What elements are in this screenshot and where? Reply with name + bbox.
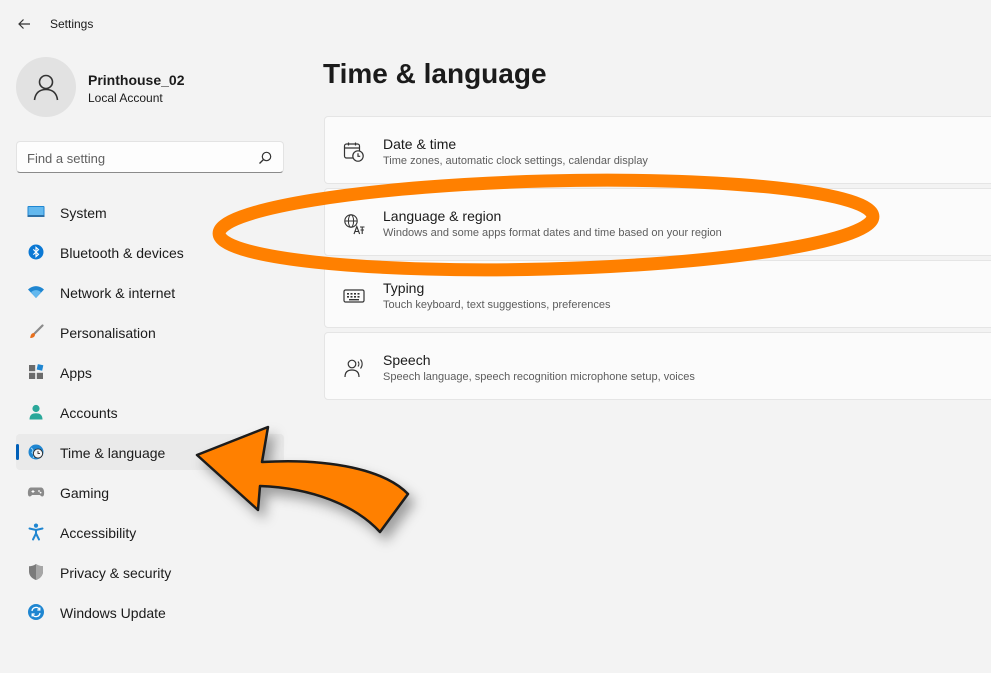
sidebar-item-accessibility[interactable]: Accessibility [16,514,284,550]
search-input[interactable] [27,148,247,168]
card-title: Date & time [383,136,457,152]
sidebar-item-label: Time & language [60,445,166,461]
sidebar-item-label: Accounts [60,405,118,421]
brush-icon [27,324,45,340]
settings-cards: Date & time Time zones, automatic clock … [324,116,991,404]
sidebar-item-personalisation[interactable]: Personalisation [16,314,284,350]
bluetooth-icon [27,244,45,260]
sidebar-nav: System Bluetooth & devices Network & int… [16,194,284,634]
language-globe-icon [343,213,365,235]
card-date-time[interactable]: Date & time Time zones, automatic clock … [324,116,991,184]
sidebar-item-label: Windows Update [60,605,166,621]
sidebar-item-label: Accessibility [60,525,137,541]
sidebar-item-label: System [60,205,107,221]
card-typing[interactable]: Typing Touch keyboard, text suggestions,… [324,260,991,328]
user-icon [33,74,59,101]
back-arrow-icon [18,19,30,29]
calendar-clock-icon [343,141,365,163]
card-subtitle: Time zones, automatic clock settings, ca… [383,155,648,167]
speech-icon [343,357,365,379]
clock-globe-icon [27,444,45,460]
card-subtitle: Touch keyboard, text suggestions, prefer… [383,299,611,311]
sidebar-item-gaming[interactable]: Gaming [16,474,284,510]
sidebar-item-time-language[interactable]: Time & language [16,434,284,470]
card-title: Typing [383,280,425,296]
shield-icon [27,564,45,580]
search-icon[interactable] [257,150,273,166]
sidebar-item-system[interactable]: System [16,194,284,230]
sidebar-item-label: Apps [60,365,92,381]
sidebar-item-apps[interactable]: Apps [16,354,284,390]
sidebar-item-bluetooth[interactable]: Bluetooth & devices [16,234,284,270]
avatar [16,57,76,117]
card-subtitle: Windows and some apps format dates and t… [383,227,722,239]
sidebar-item-privacy[interactable]: Privacy & security [16,554,284,590]
sidebar-item-label: Privacy & security [60,565,172,581]
sidebar-item-label: Bluetooth & devices [60,245,184,261]
person-icon [27,404,45,420]
wifi-icon [27,284,45,300]
monitor-icon [27,204,45,220]
keyboard-icon [343,285,365,307]
sidebar-item-label: Gaming [60,485,110,501]
sidebar-item-label: Network & internet [60,285,176,301]
window-title: Settings [50,17,94,31]
title-bar: Settings [0,0,991,48]
card-subtitle: Speech language, speech recognition micr… [383,371,695,383]
apps-icon [27,364,45,380]
search-box [16,141,284,173]
sidebar-item-windows-update[interactable]: Windows Update [16,594,284,630]
profile-name: Printhouse_02 [88,72,185,88]
sync-icon [27,604,45,620]
card-title: Speech [383,352,431,368]
settings-window: Settings Printhouse_02 Local Account Sys… [0,0,991,673]
card-language-region[interactable]: Language & region Windows and some apps … [324,188,991,256]
active-indicator [16,444,19,460]
gamepad-icon [27,484,45,500]
sidebar-item-network[interactable]: Network & internet [16,274,284,310]
sidebar-item-accounts[interactable]: Accounts [16,394,284,430]
user-profile[interactable]: Printhouse_02 Local Account [16,57,286,117]
back-button[interactable] [10,10,38,38]
page-title: Time & language [323,58,547,89]
profile-account-type: Local Account [88,91,163,105]
card-speech[interactable]: Speech Speech language, speech recogniti… [324,332,991,400]
card-title: Language & region [383,208,502,224]
accessibility-icon [27,523,45,541]
sidebar-item-label: Personalisation [60,325,156,341]
